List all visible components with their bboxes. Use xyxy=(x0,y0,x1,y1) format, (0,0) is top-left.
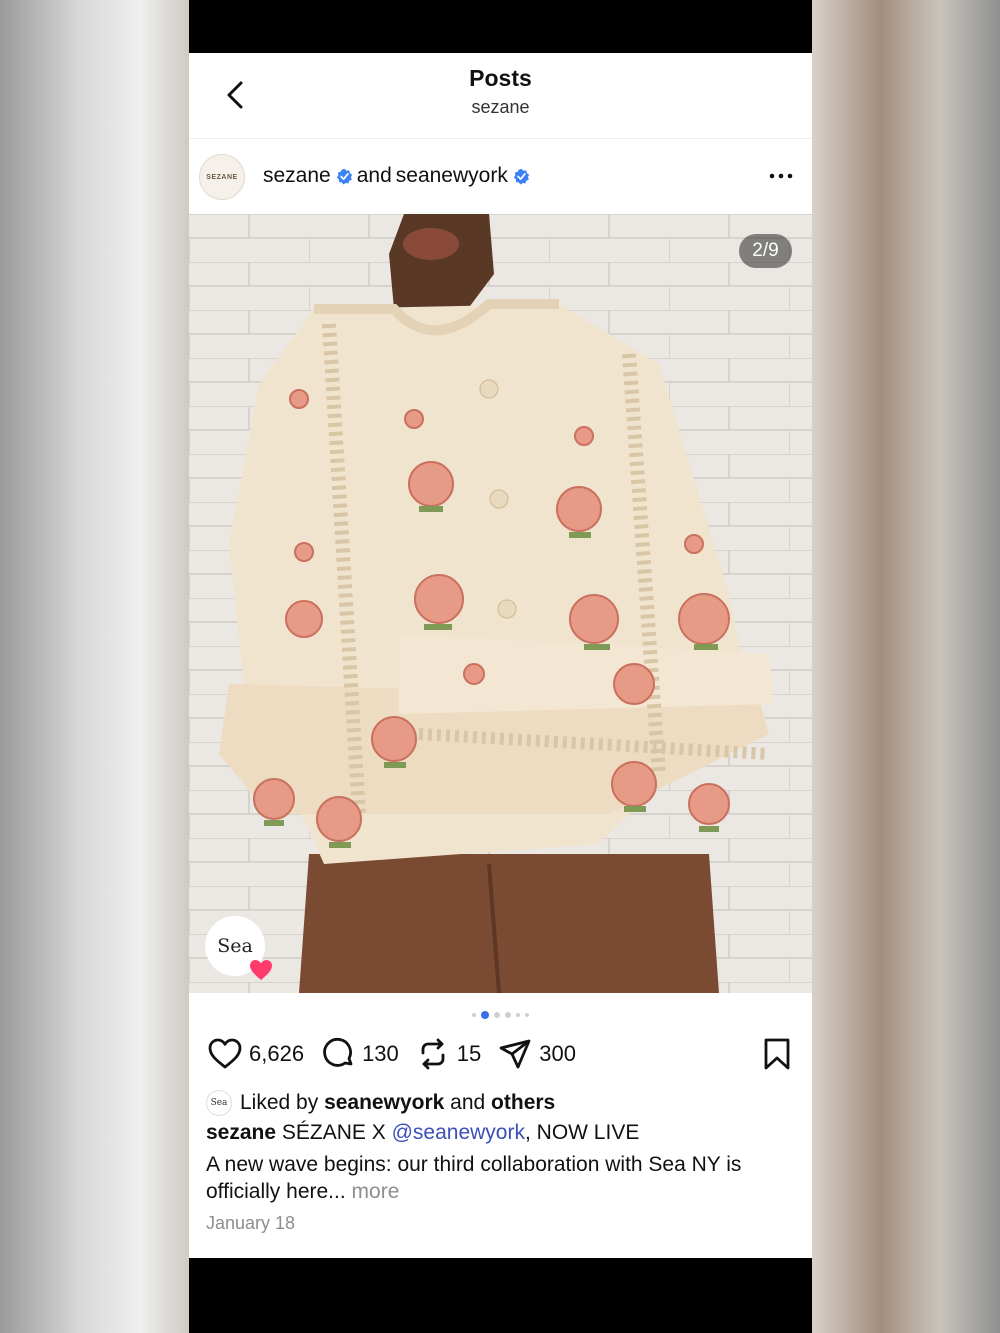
post-header: SEZANE sezane and seanewyork xyxy=(189,139,812,214)
liker-avatar-text: Sea xyxy=(210,1098,228,1108)
caption-body-text: A new wave begins: our third collaborati… xyxy=(206,1153,742,1203)
liked-by-others[interactable]: others xyxy=(491,1091,555,1115)
carousel-dot xyxy=(505,1012,511,1018)
post-authors: sezane and seanewyork xyxy=(263,164,530,188)
comment-icon xyxy=(323,1037,353,1067)
carousel-dot xyxy=(472,1013,476,1017)
more-dots-icon[interactable] xyxy=(768,164,794,188)
verified-badge-icon xyxy=(336,168,352,184)
carousel-counter: 2/9 xyxy=(739,234,792,268)
phone-screen: Posts sezane SEZANE sezane and seanewyor… xyxy=(189,0,812,1333)
post-date: January 18 xyxy=(206,1213,296,1233)
comment-button[interactable]: 130 xyxy=(320,1036,399,1072)
authors-joiner: and xyxy=(356,164,392,187)
share-count: 300 xyxy=(539,1041,576,1066)
caption-text-before: SÉZANE X xyxy=(281,1121,386,1144)
like-button[interactable]: 6,626 xyxy=(207,1036,304,1072)
carousel-dot-active xyxy=(481,1011,489,1019)
top-letterbox xyxy=(189,0,812,53)
caption-username[interactable]: sezane xyxy=(206,1121,276,1144)
carousel-dot xyxy=(516,1013,520,1017)
author-name-sezane[interactable]: sezane xyxy=(263,164,331,188)
heart-icon xyxy=(208,1038,242,1069)
verified-badge-icon xyxy=(513,168,529,184)
post-image-carousel[interactable]: 2/9 Sea xyxy=(189,214,812,993)
liked-by-and: and xyxy=(450,1091,486,1114)
caption-body: A new wave begins: our third collaborati… xyxy=(206,1151,801,1205)
send-icon xyxy=(499,1039,531,1069)
caption-text-after: , NOW LIVE xyxy=(524,1121,640,1144)
caption-mention[interactable]: @seanewyork xyxy=(392,1121,525,1144)
post-actions: 6,626 130 15 300 xyxy=(207,1034,592,1074)
liked-by-line: Sea Liked by seanewyork and others xyxy=(206,1090,555,1116)
author-avatar[interactable]: SEZANE xyxy=(199,154,245,200)
bottom-letterbox xyxy=(189,1258,812,1333)
liker-avatar[interactable]: Sea xyxy=(206,1090,232,1116)
author-name-seanewyork[interactable]: seanewyork xyxy=(396,164,508,188)
repost-button[interactable]: 15 xyxy=(415,1036,481,1072)
avatar-logo-text: SEZANE xyxy=(206,173,238,181)
cardigan-photo xyxy=(189,214,812,993)
carousel-dot xyxy=(525,1013,529,1017)
carousel-dot xyxy=(494,1012,500,1018)
repost-count: 15 xyxy=(456,1041,482,1066)
comment-count: 130 xyxy=(362,1041,399,1066)
liked-by-prefix: Liked by xyxy=(240,1091,319,1114)
repost-icon xyxy=(421,1038,445,1070)
bookmark-icon[interactable] xyxy=(762,1037,792,1071)
tag-badge-text: Sea xyxy=(217,935,253,957)
nav-header: Posts sezane xyxy=(189,53,812,139)
share-button[interactable]: 300 xyxy=(497,1036,576,1072)
page-title: Posts xyxy=(469,65,532,91)
liked-by-user[interactable]: seanewyork xyxy=(324,1091,444,1115)
caption-more-link[interactable]: more xyxy=(352,1180,400,1203)
page-subtitle: sezane xyxy=(471,97,530,117)
carousel-dots xyxy=(189,1010,812,1020)
heart-icon xyxy=(250,960,272,980)
caption-first-line: sezane SÉZANE X @seanewyork, NOW LIVE xyxy=(206,1121,639,1145)
like-count: 6,626 xyxy=(249,1041,305,1066)
